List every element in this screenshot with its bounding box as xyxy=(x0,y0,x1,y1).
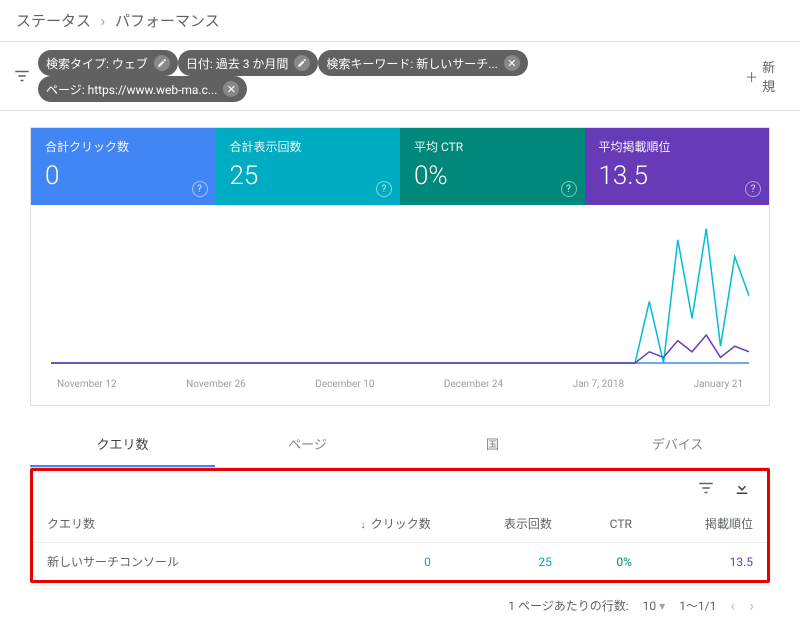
tab[interactable]: 国 xyxy=(400,422,585,467)
column-header[interactable]: 表示回数 xyxy=(445,505,566,543)
filter-chip[interactable]: 検索キーワード: 新しいサーチ... ✕ xyxy=(318,50,527,76)
filter-bar: 検索タイプ: ウェブ 日付: 過去 3 か月間 検索キーワード: 新しいサーチ...… xyxy=(0,42,800,111)
close-icon[interactable]: ✕ xyxy=(223,81,239,97)
plus-icon: ＋ xyxy=(745,67,758,86)
x-tick-label: Jan 7, 2018 xyxy=(573,379,625,390)
cell-ctr: 0% xyxy=(566,543,646,581)
metric-tile[interactable]: 合計クリック数 0? xyxy=(31,128,216,205)
x-tick-label: December 24 xyxy=(444,379,503,390)
filter-chip-label: 検索キーワード: 新しいサーチ... xyxy=(326,55,497,72)
tab[interactable]: デバイス xyxy=(585,422,770,467)
breadcrumb: ステータス › パフォーマンス xyxy=(0,0,800,42)
help-icon[interactable]: ? xyxy=(192,181,208,197)
help-icon[interactable]: ? xyxy=(376,181,392,197)
table-tabs: クエリ数ページ国デバイス xyxy=(30,422,770,468)
tab[interactable]: ページ xyxy=(215,422,400,467)
filter-chip-label: 日付: 過去 3 か月間 xyxy=(186,55,289,72)
filter-chip-label: ページ: https://www.web-ma.c... xyxy=(46,81,217,98)
help-icon[interactable]: ? xyxy=(745,181,761,197)
metric-title: 平均 CTR xyxy=(414,138,571,155)
pager-next-button[interactable]: › xyxy=(749,596,754,615)
metric-title: 平均掲載順位 xyxy=(599,138,756,155)
x-tick-label: November 12 xyxy=(57,379,117,390)
filter-chip-label: 検索タイプ: ウェブ xyxy=(46,55,148,72)
column-header[interactable]: ↓ クリック数 xyxy=(288,505,445,543)
chevron-right-icon: › xyxy=(101,12,106,30)
close-icon[interactable]: ✕ xyxy=(504,55,520,71)
breadcrumb-parent[interactable]: ステータス xyxy=(16,12,91,30)
pager-prev-button[interactable]: ‹ xyxy=(730,596,735,615)
line-chart xyxy=(51,215,749,375)
cell-position: 13.5 xyxy=(646,543,767,581)
filter-icon[interactable] xyxy=(12,66,32,86)
metric-title: 合計クリック数 xyxy=(45,138,202,155)
metric-value: 0 xyxy=(45,161,202,191)
add-filter-button[interactable]: ＋ 新規 xyxy=(745,57,788,95)
chevron-down-icon: ▾ xyxy=(659,599,665,613)
table-row[interactable]: 新しいサーチコンソール0250%13.5 xyxy=(33,543,767,581)
pencil-icon[interactable] xyxy=(294,55,310,71)
cell-impressions: 25 xyxy=(445,543,566,581)
chart-area: November 12 November 26 December 10 Decembe… xyxy=(31,205,769,405)
metric-tile[interactable]: 平均 CTR 0%? xyxy=(400,128,585,205)
x-tick-label: November 26 xyxy=(186,379,246,390)
cell-query: 新しいサーチコンソール xyxy=(33,543,288,581)
metric-value: 25 xyxy=(230,161,387,191)
metric-value: 0% xyxy=(414,161,571,191)
column-header[interactable]: 掲載順位 xyxy=(646,505,767,543)
query-table-card: クエリ数↓ クリック数表示回数CTR掲載順位 新しいサーチコンソール0250%1… xyxy=(30,468,770,583)
add-filter-label: 新規 xyxy=(762,57,788,95)
table-pager: 1 ページあたりの行数: 10 ▾ 1～1/1 ‹ › xyxy=(30,585,770,625)
table-filter-icon[interactable] xyxy=(697,479,715,501)
metric-tile[interactable]: 合計表示回数 25? xyxy=(216,128,401,205)
chart-x-labels: November 12 November 26 December 10 Decembe… xyxy=(51,379,749,398)
metric-tile[interactable]: 平均掲載順位 13.5? xyxy=(585,128,770,205)
download-icon[interactable] xyxy=(733,479,751,501)
tab[interactable]: クエリ数 xyxy=(30,422,215,467)
column-header[interactable]: CTR xyxy=(566,505,646,543)
metric-title: 合計表示回数 xyxy=(230,138,387,155)
pencil-icon[interactable] xyxy=(154,55,170,71)
help-icon[interactable]: ? xyxy=(561,181,577,197)
x-tick-label: January 21 xyxy=(694,379,743,390)
filter-chip[interactable]: ページ: https://www.web-ma.c... ✕ xyxy=(38,76,247,102)
performance-card: 合計クリック数 0? 合計表示回数 25? 平均 CTR 0%? 平均掲載順位 13.5? N… xyxy=(30,127,770,406)
column-header[interactable]: クエリ数 xyxy=(33,505,288,543)
metric-value: 13.5 xyxy=(599,161,756,191)
filter-chip[interactable]: 検索タイプ: ウェブ xyxy=(38,50,178,76)
breadcrumb-current: パフォーマンス xyxy=(115,12,220,30)
sort-desc-icon: ↓ xyxy=(360,518,366,531)
metric-tiles: 合計クリック数 0? 合計表示回数 25? 平均 CTR 0%? 平均掲載順位 13.5? xyxy=(31,128,769,205)
query-table: クエリ数↓ クリック数表示回数CTR掲載順位 新しいサーチコンソール0250%1… xyxy=(33,505,767,580)
filter-chip[interactable]: 日付: 過去 3 か月間 xyxy=(178,50,319,76)
cell-clicks: 0 xyxy=(288,543,445,581)
x-tick-label: December 10 xyxy=(315,379,374,390)
rows-per-page-select[interactable]: 10 ▾ xyxy=(643,599,666,613)
